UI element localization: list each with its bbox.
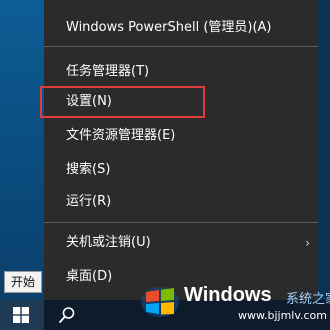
menu-item-settings[interactable]: 设置(N): [44, 89, 318, 115]
site-watermark: Windows 系统之家 www.bjjmlv.com: [140, 276, 330, 330]
menu-item-label: 运行(R): [66, 194, 112, 209]
menu-item-search[interactable]: 搜索(S): [44, 157, 318, 183]
menu-item-powershell-admin[interactable]: Windows PowerShell (管理员)(A): [44, 15, 318, 41]
windows-logo-icon: [13, 307, 29, 323]
watermark-subtitle: 系统之家: [286, 292, 330, 307]
menu-item-label: 桌面(D): [66, 269, 113, 284]
start-button[interactable]: [0, 300, 44, 330]
menu-item-label: 任务管理器(T): [66, 64, 150, 79]
watermark-url: www.bjjmlv.com: [238, 309, 327, 322]
search-icon[interactable]: [58, 306, 76, 324]
menu-item-run[interactable]: 运行(R): [44, 189, 318, 215]
menu-separator: [44, 222, 318, 223]
start-tooltip: 开始: [4, 271, 43, 293]
windows-flag-logo-icon: [141, 287, 179, 317]
menu-item-label: Windows PowerShell (管理员)(A): [66, 20, 272, 35]
menu-item-shutdown-signout[interactable]: 关机或注销(U) ›: [44, 230, 318, 256]
menu-item-label: 文件资源管理器(E): [66, 128, 176, 143]
winx-context-menu: Windows PowerShell (管理员)(A) 任务管理器(T) 设置(…: [44, 0, 318, 300]
chevron-right-icon: ›: [305, 236, 310, 250]
menu-item-label: 设置(N): [66, 94, 112, 109]
menu-item-file-explorer[interactable]: 文件资源管理器(E): [44, 123, 318, 149]
menu-item-label: 关机或注销(U): [66, 235, 151, 250]
desktop-background-right: [318, 0, 330, 300]
menu-item-task-manager[interactable]: 任务管理器(T): [44, 59, 318, 85]
menu-item-label: 搜索(S): [66, 162, 111, 177]
menu-separator: [44, 46, 318, 47]
desktop-background: [0, 0, 44, 300]
watermark-title: Windows: [184, 284, 272, 306]
